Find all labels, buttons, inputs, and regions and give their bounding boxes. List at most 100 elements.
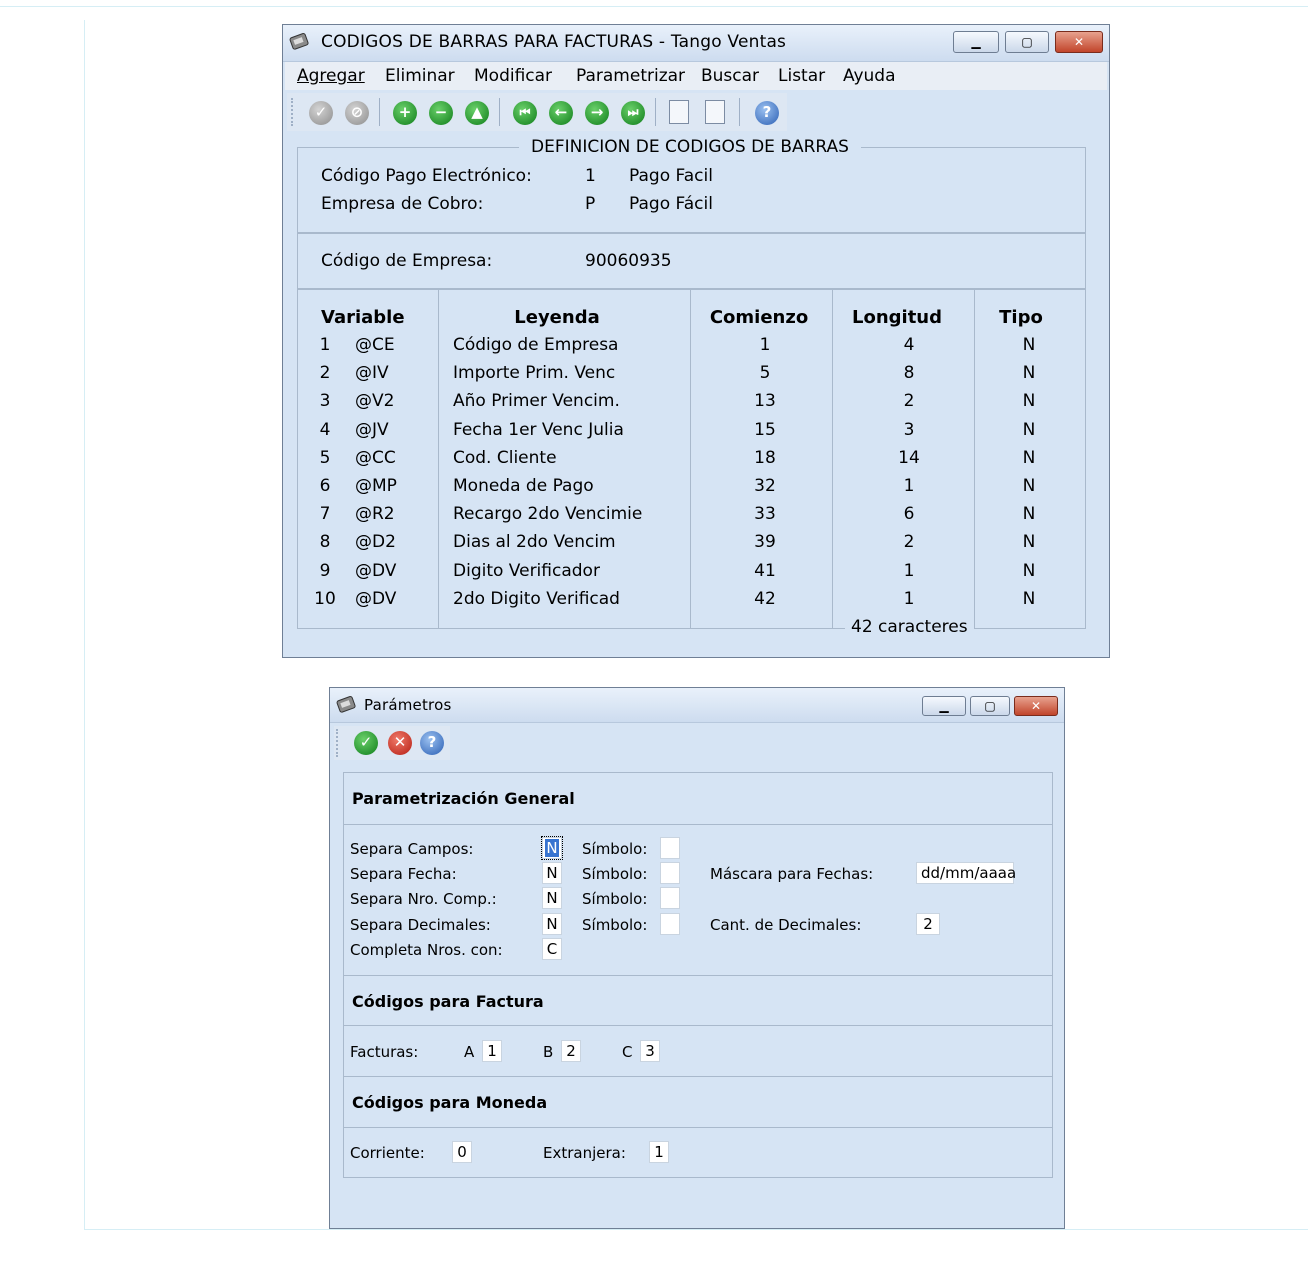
help-icon[interactable]: ? <box>420 731 444 755</box>
row-number: 4 <box>319 419 331 440</box>
first-record-icon[interactable]: ⏮ <box>513 101 537 125</box>
confirm-disabled-icon[interactable]: ✓ <box>309 101 333 125</box>
cancel-icon[interactable]: ✕ <box>388 731 412 755</box>
help-icon[interactable]: ? <box>755 101 779 125</box>
row-leyenda: Código de Empresa <box>453 335 619 355</box>
next-record-icon[interactable]: → <box>585 101 609 125</box>
header-fieldset <box>297 147 1086 233</box>
row-variable: @D2 <box>355 532 396 553</box>
mascara-fechas-input[interactable]: dd/mm/aaaa <box>916 862 1016 884</box>
frame-top-line <box>0 6 1308 7</box>
simbolo-fecha-input[interactable] <box>660 862 680 884</box>
header-tipo: Tipo <box>999 307 1043 328</box>
header-variable: Variable <box>321 307 405 328</box>
separa-decimales-input[interactable]: N <box>542 913 562 935</box>
row-tipo: N <box>1022 335 1036 355</box>
cant-decimales-input[interactable]: 2 <box>916 913 940 935</box>
menu-modificar[interactable]: Modificar <box>474 66 552 86</box>
column-divider <box>438 289 439 629</box>
menu-ayuda[interactable]: Ayuda <box>843 66 896 86</box>
column-divider <box>832 289 833 629</box>
section-factura-title: Códigos para Factura <box>352 992 544 1011</box>
row-leyenda: Digito Verificador <box>453 560 600 581</box>
simbolo-label: Símbolo: <box>582 916 648 934</box>
row-leyenda: 2do Digito Verificad <box>453 588 620 609</box>
simbolo-campos-input[interactable] <box>660 837 680 859</box>
codigo-pago-desc: Pago Facil <box>629 166 713 186</box>
row-number: 6 <box>319 476 331 496</box>
accept-icon[interactable]: ✓ <box>354 731 378 755</box>
codigo-empresa-value: 90060935 <box>585 251 672 271</box>
row-variable: @DV <box>355 588 397 609</box>
facturas-label: Facturas: <box>350 1043 419 1061</box>
menu-agregar[interactable]: Agregar <box>297 66 365 86</box>
corriente-input[interactable]: 0 <box>452 1141 472 1163</box>
row-variable: @IV <box>355 363 389 384</box>
row-number: 1 <box>319 335 331 355</box>
completa-nros-label: Completa Nros. con: <box>350 941 503 959</box>
parametros-window: Parámetros ▁ ▢ ✕ ✓ ✕ ? Parametrización G… <box>329 687 1065 1229</box>
previous-record-icon[interactable]: ← <box>549 101 573 125</box>
extranjera-input[interactable]: 1 <box>649 1141 669 1163</box>
row-tipo: N <box>1022 476 1036 496</box>
row-variable: @JV <box>355 419 389 440</box>
simbolo-nro-input[interactable] <box>660 887 680 909</box>
close-button[interactable]: ✕ <box>1014 696 1058 716</box>
simbolo-decimales-input[interactable] <box>660 913 680 935</box>
menu-eliminar[interactable]: Eliminar <box>385 66 455 86</box>
row-longitud: 1 <box>903 476 915 496</box>
app-icon <box>289 33 309 50</box>
menu-listar[interactable]: Listar <box>778 66 825 86</box>
row-longitud: 2 <box>903 532 915 553</box>
completa-nros-input[interactable]: C <box>542 938 562 960</box>
simbolo-label: Símbolo: <box>582 840 648 858</box>
section-divider <box>344 1076 1052 1077</box>
row-leyenda: Recargo 2do Vencimie <box>453 504 643 525</box>
row-leyenda: Fecha 1er Venc Julia <box>453 419 624 440</box>
simbolo-label: Símbolo: <box>582 890 648 908</box>
window-titlebar[interactable]: CODIGOS DE BARRAS PARA FACTURAS - Tango … <box>283 25 1109 62</box>
minimize-button[interactable]: ▁ <box>953 31 999 53</box>
window-titlebar[interactable]: Parámetros ▁ ▢ ✕ <box>330 688 1064 723</box>
row-variable: @CC <box>355 447 396 468</box>
last-record-icon[interactable]: ⏭ <box>621 101 645 125</box>
row-number: 2 <box>319 363 331 384</box>
cancel-disabled-icon[interactable]: ⊘ <box>345 101 369 125</box>
factura-a-input[interactable]: 1 <box>482 1040 502 1062</box>
row-number: 7 <box>319 504 331 525</box>
toolbar-separator <box>655 98 656 126</box>
row-comienzo: 1 <box>759 335 771 355</box>
row-variable: @MP <box>355 476 397 496</box>
mascara-fechas-label: Máscara para Fechas: <box>710 865 874 883</box>
factura-c-input[interactable]: 3 <box>640 1040 660 1062</box>
close-button[interactable]: ✕ <box>1055 31 1103 53</box>
binoculars-icon[interactable] <box>669 100 689 124</box>
maximize-button[interactable]: ▢ <box>1005 31 1049 53</box>
frame-left-line <box>84 20 85 1230</box>
row-variable: @DV <box>355 560 397 581</box>
row-longitud: 3 <box>903 419 915 440</box>
minimize-button[interactable]: ▁ <box>922 696 966 716</box>
section-divider <box>344 1025 1052 1026</box>
row-comienzo: 13 <box>754 391 776 412</box>
frame-bottom-line <box>84 1229 1308 1230</box>
print-preview-icon[interactable] <box>705 100 725 124</box>
add-icon[interactable]: + <box>393 101 417 125</box>
edit-up-icon[interactable]: ▲ <box>465 101 489 125</box>
empresa-cobro-label: Empresa de Cobro: <box>321 194 484 214</box>
row-tipo: N <box>1022 363 1036 384</box>
factura-b-input[interactable]: 2 <box>561 1040 581 1062</box>
row-tipo: N <box>1022 504 1036 525</box>
maximize-button[interactable]: ▢ <box>970 696 1010 716</box>
remove-icon[interactable]: − <box>429 101 453 125</box>
menu-parametrizar[interactable]: Parametrizar <box>576 66 685 86</box>
factura-c-label: C <box>622 1043 633 1061</box>
separa-campos-input[interactable]: N <box>541 836 563 860</box>
separa-fecha-input[interactable]: N <box>542 862 562 884</box>
variables-table <box>297 289 1086 629</box>
factura-b-label: B <box>543 1043 554 1061</box>
row-number: 5 <box>319 447 331 468</box>
menu-buscar[interactable]: Buscar <box>701 66 759 86</box>
separa-nro-input[interactable]: N <box>542 887 562 909</box>
row-leyenda: Importe Prim. Venc <box>453 363 616 384</box>
